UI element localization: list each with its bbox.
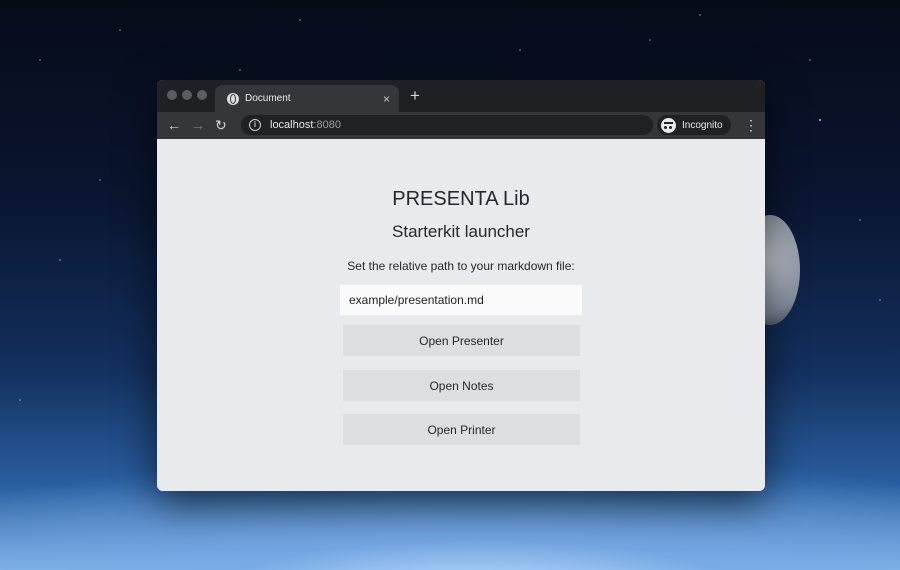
incognito-label: Incognito	[682, 119, 723, 131]
window-zoom-dot[interactable]	[197, 90, 207, 100]
open-printer-button[interactable]: Open Printer	[343, 414, 580, 445]
tab-title: Document	[245, 93, 291, 104]
address-bar[interactable]: i localhost:8080 ☆	[241, 115, 728, 135]
browser-toolbar: ← → ↻ i localhost:8080 ☆ Incognito ⋮	[157, 112, 765, 139]
info-icon[interactable]: i	[249, 119, 261, 131]
close-icon[interactable]: ×	[383, 92, 390, 106]
page-content: PRESENTA Lib Starterkit launcher Set the…	[157, 139, 765, 491]
forward-arrow-icon[interactable]: →	[191, 116, 205, 134]
url-port: :8080	[313, 119, 341, 131]
tab-document[interactable]: Document ×	[215, 85, 399, 112]
open-presenter-button[interactable]: Open Presenter	[343, 325, 580, 356]
reload-icon[interactable]: ↻	[215, 116, 227, 134]
url-host: localhost	[270, 119, 314, 131]
open-notes-button[interactable]: Open Notes	[343, 370, 580, 401]
window-close-dot[interactable]	[167, 90, 177, 100]
page-subtitle: Starterkit launcher	[392, 222, 530, 241]
plus-icon[interactable]: +	[410, 86, 420, 106]
incognito-icon	[661, 117, 676, 133]
window-minimize-dot[interactable]	[182, 90, 192, 100]
page-title: PRESENTA Lib	[392, 188, 530, 210]
incognito-badge[interactable]: Incognito	[657, 115, 731, 135]
globe-icon	[227, 92, 239, 105]
browser-window: Document × + ← → ↻ i localhost:8080 ☆ In…	[157, 80, 765, 491]
title-bar: Document × +	[157, 80, 765, 112]
markdown-path-input[interactable]	[340, 285, 582, 315]
kebab-menu-icon[interactable]: ⋮	[744, 116, 758, 134]
back-arrow-icon[interactable]: ←	[167, 116, 181, 134]
path-prompt: Set the relative path to your markdown f…	[347, 259, 575, 273]
